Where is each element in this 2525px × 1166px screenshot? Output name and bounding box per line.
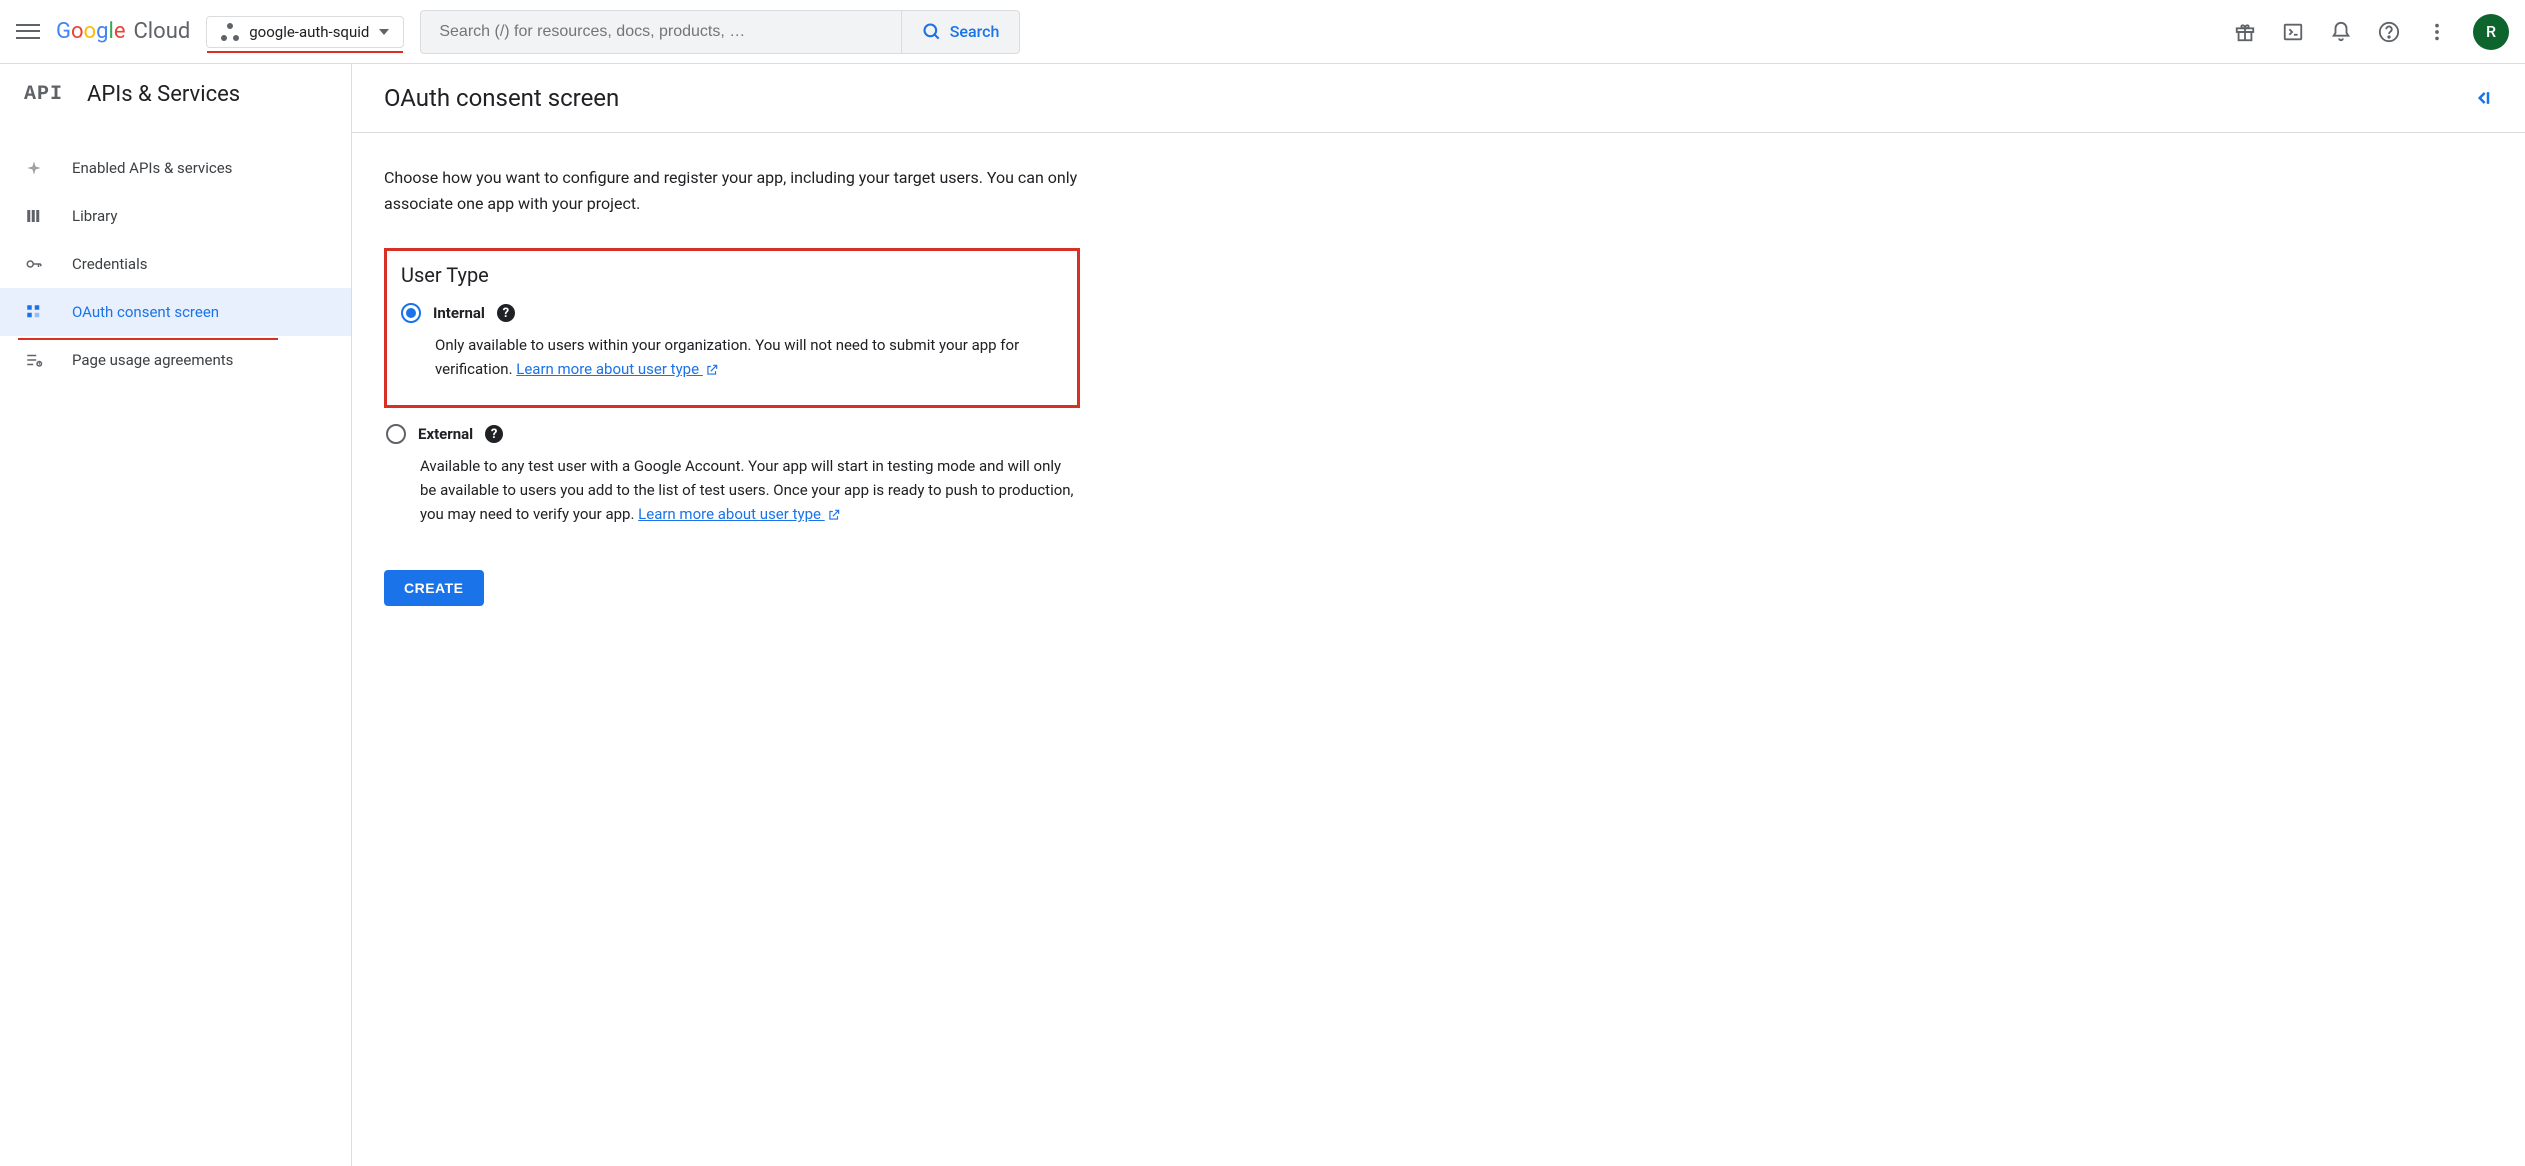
agreements-icon bbox=[24, 350, 44, 370]
sidebar-nav: Enabled APIs & services Library Credenti… bbox=[0, 126, 351, 384]
sidebar-item-oauth-consent[interactable]: OAuth consent screen bbox=[0, 288, 351, 336]
external-link-icon bbox=[705, 363, 719, 377]
notifications-icon[interactable] bbox=[2329, 20, 2353, 44]
sidebar-item-label: OAuth consent screen bbox=[72, 303, 219, 321]
project-name: google-auth-squid bbox=[249, 23, 369, 41]
sidebar-item-label: Credentials bbox=[72, 255, 147, 273]
content: Choose how you want to configure and reg… bbox=[352, 133, 1112, 638]
external-description: Available to any test user with a Google… bbox=[386, 454, 1080, 526]
hamburger-menu-icon[interactable] bbox=[16, 20, 40, 44]
top-bar: Google Cloud google-auth-squid Search bbox=[0, 0, 2525, 64]
user-type-highlight-box: User Type Internal ? Only available to u… bbox=[384, 248, 1080, 408]
search-icon bbox=[922, 22, 942, 42]
annotation-underline bbox=[207, 51, 403, 53]
avatar-initial: R bbox=[2486, 22, 2496, 41]
logo-cloud-text: Cloud bbox=[133, 19, 190, 44]
help-icon[interactable] bbox=[2377, 20, 2401, 44]
learn-more-external-link[interactable]: Learn more about user type bbox=[638, 505, 841, 523]
sidebar-item-page-usage[interactable]: Page usage agreements bbox=[0, 336, 351, 384]
gift-icon[interactable] bbox=[2233, 20, 2257, 44]
google-cloud-logo[interactable]: Google Cloud bbox=[56, 19, 190, 44]
sidebar-item-label: Enabled APIs & services bbox=[72, 159, 232, 177]
sidebar: API APIs & Services Enabled APIs & servi… bbox=[0, 64, 352, 1166]
sidebar-header: API APIs & Services bbox=[0, 64, 351, 126]
create-button[interactable]: CREATE bbox=[384, 570, 484, 606]
project-icon bbox=[221, 23, 239, 41]
internal-description: Only available to users within your orga… bbox=[401, 333, 1063, 381]
page-title: OAuth consent screen bbox=[384, 84, 619, 112]
library-icon bbox=[24, 206, 44, 226]
user-type-heading: User Type bbox=[401, 263, 1063, 287]
main-header: OAuth consent screen bbox=[352, 64, 2525, 132]
radio-button-checked-icon[interactable] bbox=[401, 303, 421, 323]
help-icon[interactable]: ? bbox=[497, 304, 515, 322]
learn-more-internal-link[interactable]: Learn more about user type bbox=[516, 360, 719, 378]
enabled-apis-icon bbox=[24, 158, 44, 178]
account-avatar[interactable]: R bbox=[2473, 14, 2509, 50]
radio-external-label: External bbox=[418, 425, 473, 443]
sidebar-item-credentials[interactable]: Credentials bbox=[0, 240, 351, 288]
search-bar: Search bbox=[420, 10, 1020, 54]
key-icon bbox=[24, 254, 44, 274]
more-vert-icon[interactable] bbox=[2425, 20, 2449, 44]
sidebar-item-label: Page usage agreements bbox=[72, 351, 233, 369]
radio-internal[interactable]: Internal ? bbox=[401, 303, 1063, 323]
external-link-icon bbox=[827, 508, 841, 522]
api-badge: API bbox=[24, 83, 63, 106]
radio-external[interactable]: External ? bbox=[386, 424, 1080, 444]
project-picker[interactable]: google-auth-squid bbox=[206, 16, 404, 48]
search-button[interactable]: Search bbox=[901, 11, 1020, 53]
sidebar-title: APIs & Services bbox=[87, 82, 240, 107]
help-icon[interactable]: ? bbox=[485, 425, 503, 443]
topbar-right: R bbox=[2233, 14, 2509, 50]
radio-button-unchecked-icon[interactable] bbox=[386, 424, 406, 444]
intro-text: Choose how you want to configure and reg… bbox=[384, 165, 1080, 216]
search-input[interactable] bbox=[421, 23, 900, 41]
search-button-label: Search bbox=[950, 22, 1000, 41]
external-block: External ? Available to any test user wi… bbox=[384, 416, 1080, 526]
sidebar-item-library[interactable]: Library bbox=[0, 192, 351, 240]
hide-panel-icon[interactable] bbox=[2473, 88, 2493, 108]
body-wrap: API APIs & Services Enabled APIs & servi… bbox=[0, 64, 2525, 1166]
cloud-shell-icon[interactable] bbox=[2281, 20, 2305, 44]
consent-screen-icon bbox=[24, 302, 44, 322]
chevron-down-icon bbox=[379, 29, 389, 35]
sidebar-item-label: Library bbox=[72, 207, 117, 225]
sidebar-item-enabled-apis[interactable]: Enabled APIs & services bbox=[0, 144, 351, 192]
radio-internal-label: Internal bbox=[433, 304, 485, 322]
main: OAuth consent screen Choose how you want… bbox=[352, 64, 2525, 1166]
